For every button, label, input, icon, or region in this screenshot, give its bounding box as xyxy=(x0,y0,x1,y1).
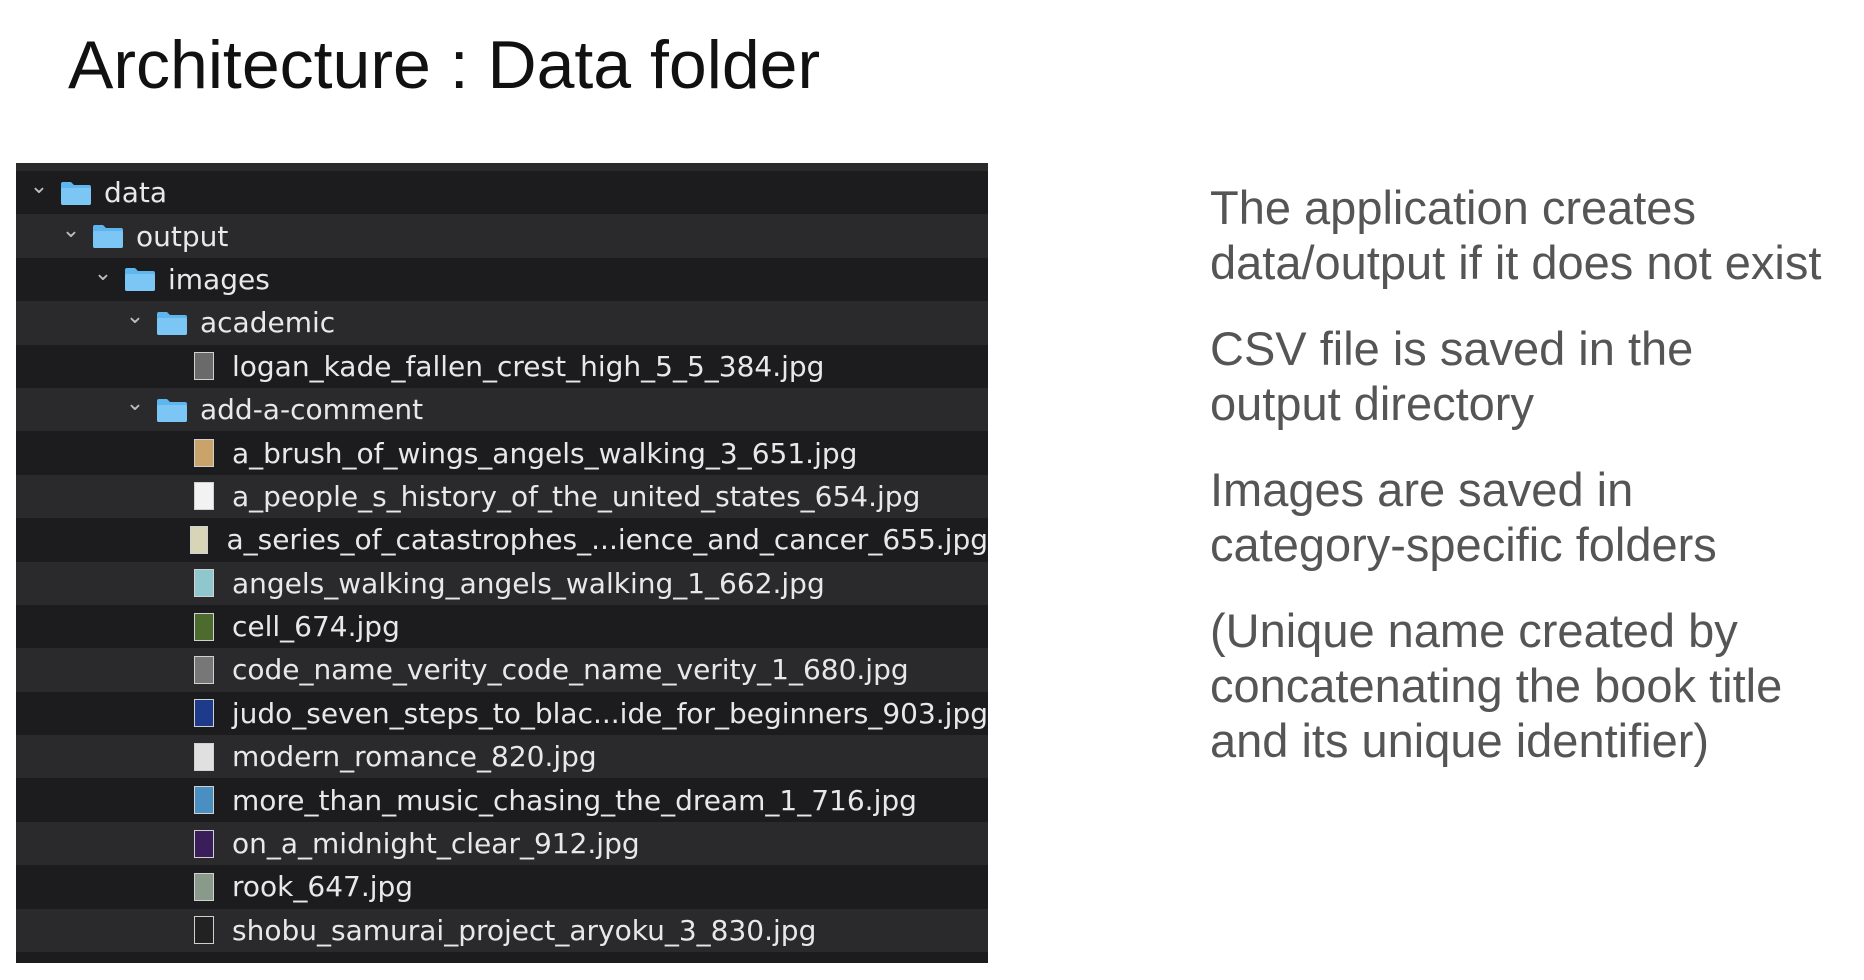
folder-row[interactable]: ⌄ academic xyxy=(16,301,988,345)
bullet-item: CSV file is saved in the output director… xyxy=(1210,322,1694,430)
file-row[interactable]: a_series_of_catastrophes_...ience_and_ca… xyxy=(16,518,988,562)
bullet-item: (Unique name created by concatenating th… xyxy=(1210,604,1783,767)
file-tree: ⌄ data ⌄ output ⌄ images ⌄ academic logan_kade_f… xyxy=(16,171,988,963)
folder-name: add-a-comment xyxy=(200,393,424,427)
image-file-icon xyxy=(194,612,214,641)
file-row[interactable]: angels_walking_angels_walking_1_662.jpg xyxy=(16,561,988,605)
folder-name: data xyxy=(104,176,168,210)
image-file-icon xyxy=(193,699,214,728)
folder-icon xyxy=(156,397,188,423)
image-file-icon xyxy=(194,482,214,511)
folder-icon xyxy=(124,266,156,292)
file-name: cell_674.jpg xyxy=(232,610,400,644)
image-file-icon xyxy=(194,742,214,771)
file-row[interactable]: a_brush_of_wings_angels_walking_3_651.jp… xyxy=(16,431,988,475)
folder-icon xyxy=(92,223,124,249)
chevron-down-icon[interactable]: ⌄ xyxy=(92,261,114,286)
file-row[interactable]: logan_kade_fallen_crest_high_5_5_384.jpg xyxy=(16,344,988,388)
folder-row[interactable]: ⌄ output xyxy=(16,214,988,258)
image-file-icon xyxy=(194,872,214,901)
bullet-list: The application creates data/output if i… xyxy=(1210,180,1830,799)
image-file-icon xyxy=(194,352,214,381)
file-name: a_people_s_history_of_the_united_states_… xyxy=(232,479,921,513)
slide: Architecture : Data folder ⌄ data ⌄ output ⌄… xyxy=(0,0,1864,980)
folder-icon xyxy=(156,310,188,336)
file-name: shobu_samurai_project_aryoku_3_830.jpg xyxy=(232,913,817,947)
file-row[interactable]: rook_647.jpg xyxy=(16,865,988,909)
chevron-down-icon[interactable]: ⌄ xyxy=(124,391,146,416)
file-name: more_than_music_chasing_the_dream_1_716.… xyxy=(232,783,917,817)
file-name: logan_kade_fallen_crest_high_5_5_384.jpg xyxy=(232,349,825,383)
file-row[interactable]: a_people_s_history_of_the_united_states_… xyxy=(16,474,988,519)
file-name: modern_romance_820.jpg xyxy=(232,740,597,774)
file-name: code_name_verity_code_name_verity_1_680.… xyxy=(232,653,909,687)
image-file-icon xyxy=(194,786,214,815)
image-file-icon xyxy=(194,655,214,684)
folder-row[interactable]: ⌄ images xyxy=(16,257,988,302)
file-name: rook_647.jpg xyxy=(232,870,414,904)
folder-name: output xyxy=(136,219,229,253)
image-file-icon xyxy=(190,525,209,554)
bullet-item: Images are saved in category-specific fo… xyxy=(1210,463,1717,571)
finder-top-strip xyxy=(16,163,988,171)
folder-row[interactable]: ⌄ data xyxy=(16,171,988,215)
image-file-icon xyxy=(194,916,214,945)
file-row[interactable]: modern_romance_820.jpg xyxy=(16,735,988,779)
folder-name: images xyxy=(168,262,270,296)
chevron-down-icon[interactable]: ⌄ xyxy=(124,304,146,329)
bullet-item: The application creates data/output if i… xyxy=(1210,181,1822,289)
finder-file-list[interactable]: ⌄ data ⌄ output ⌄ images ⌄ academic logan_kade_f… xyxy=(16,163,988,963)
image-file-icon xyxy=(194,439,214,468)
file-row[interactable]: on_a_midnight_clear_912.jpg xyxy=(16,821,988,866)
file-row[interactable]: code_name_verity_code_name_verity_1_680.… xyxy=(16,648,988,692)
file-name: judo_seven_steps_to_blac...ide_for_begin… xyxy=(231,696,988,730)
file-row[interactable]: judo_seven_steps_to_blac...ide_for_begin… xyxy=(16,691,988,736)
file-name: angels_walking_angels_walking_1_662.jpg xyxy=(232,566,825,600)
folder-row[interactable]: ⌄ add-a-comment xyxy=(16,387,988,432)
image-file-icon xyxy=(194,569,214,598)
file-name: a_brush_of_wings_angels_walking_3_651.jp… xyxy=(232,436,858,470)
chevron-down-icon[interactable]: ⌄ xyxy=(60,218,82,243)
folder-name: academic xyxy=(200,306,336,340)
file-row[interactable]: cell_674.jpg xyxy=(16,604,988,649)
file-name: a_series_of_catastrophes_...ience_and_ca… xyxy=(226,523,988,557)
file-name: on_a_midnight_clear_912.jpg xyxy=(232,827,640,861)
file-row[interactable]: shobu_samurai_project_aryoku_3_830.jpg xyxy=(16,908,988,953)
folder-icon xyxy=(60,180,92,206)
slide-title: Architecture : Data folder xyxy=(68,27,821,103)
image-file-icon xyxy=(194,829,214,858)
file-row[interactable]: more_than_music_chasing_the_dream_1_716.… xyxy=(16,778,988,822)
file-row-cropped xyxy=(16,952,988,963)
chevron-down-icon[interactable]: ⌄ xyxy=(28,174,50,199)
